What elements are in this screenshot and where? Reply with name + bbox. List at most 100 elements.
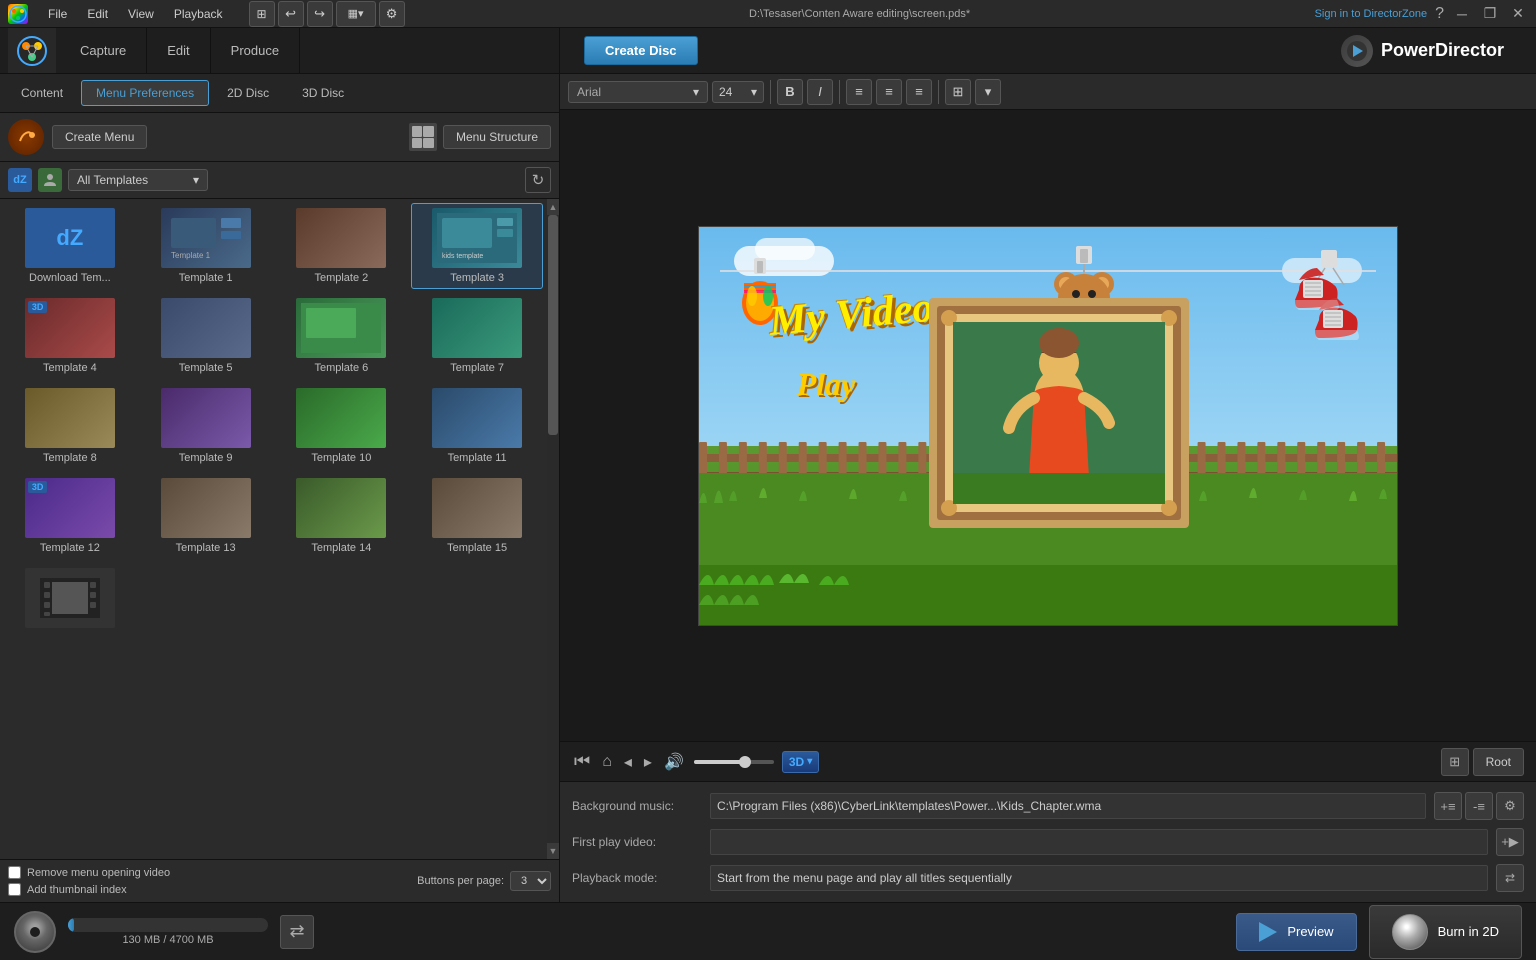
transfer-btn[interactable]: ⇄ [280, 915, 314, 949]
italic-btn[interactable]: I [807, 79, 833, 105]
grid-view-btn[interactable]: ⊞ [1441, 748, 1469, 776]
toolbar-undo-btn[interactable]: ↩ [278, 1, 304, 27]
align-center-btn[interactable]: ≡ [876, 79, 902, 105]
template-3[interactable]: kids template Template 3 [411, 203, 543, 289]
template-14[interactable]: Template 14 [276, 473, 408, 559]
menu-preferences-tab[interactable]: Menu Preferences [81, 80, 209, 106]
add-thumbnail-checkbox[interactable] [8, 883, 21, 896]
3d-badge[interactable]: 3D ▾ [782, 751, 819, 773]
disc-hole [30, 927, 40, 937]
home-btn[interactable]: ⌂ [600, 751, 614, 773]
align-right-btn[interactable]: ≡ [906, 79, 932, 105]
dz-icon[interactable]: dZ [8, 168, 32, 192]
scroll-down-btn[interactable]: ▼ [547, 843, 559, 859]
buttons-per-page-select[interactable]: 3 4 6 [510, 871, 551, 891]
template-11[interactable]: Template 11 [411, 383, 543, 469]
minimize-btn[interactable]: ─ [1452, 4, 1472, 24]
scroll-thumb[interactable] [548, 215, 558, 435]
add-thumbnail-checkbox-row[interactable]: Add thumbnail index [8, 883, 170, 896]
template-extra[interactable] [4, 563, 136, 637]
add-music-btn[interactable]: +≡ [1434, 792, 1462, 820]
content-tab[interactable]: Content [6, 80, 78, 106]
template-12[interactable]: 3D Template 12 [4, 473, 136, 559]
preview-play-text: Play [797, 366, 856, 403]
playback-mode-btn[interactable]: ⇄ [1496, 864, 1524, 892]
add-video-btn[interactable]: +▶ [1496, 828, 1524, 856]
preview-play-icon [1259, 922, 1277, 942]
produce-tab[interactable]: Produce [211, 28, 300, 73]
template-download-label: Download Tem... [29, 272, 111, 284]
preview-button[interactable]: Preview [1236, 913, 1356, 951]
bg-music-value: C:\Program Files (x86)\CyberLink\templat… [710, 793, 1426, 819]
template-8-thumb [25, 388, 115, 448]
template-15[interactable]: Template 15 [411, 473, 543, 559]
first-play-actions: +▶ [1496, 828, 1524, 856]
root-btn[interactable]: Root [1473, 748, 1524, 776]
edit-tab[interactable]: Edit [147, 28, 210, 73]
template-10[interactable]: Template 10 [276, 383, 408, 469]
toolbar-more-btn[interactable]: ▦▾ [336, 1, 376, 27]
template-filter-dropdown[interactable]: All Templates ▾ [68, 169, 208, 191]
template-8[interactable]: Template 8 [4, 383, 136, 469]
restore-btn[interactable]: ❐ [1480, 4, 1500, 24]
template-8-label: Template 8 [43, 452, 97, 464]
menu-edit[interactable]: Edit [83, 5, 112, 23]
template-5[interactable]: Template 5 [140, 293, 272, 379]
volume-slider[interactable] [694, 760, 774, 764]
template-2-label: Template 2 [314, 272, 368, 284]
sign-in-link[interactable]: Sign in to DirectorZone [1315, 8, 1428, 20]
remove-music-btn[interactable]: -≡ [1465, 792, 1493, 820]
refresh-button[interactable]: ↻ [525, 167, 551, 193]
app-title: PowerDirector [1381, 40, 1504, 61]
template-scrollbar[interactable]: ▲ ▼ [547, 199, 559, 859]
template-9[interactable]: Template 9 [140, 383, 272, 469]
menu-structure-icon [409, 123, 437, 151]
template-5-thumb [161, 298, 251, 358]
my-templates-icon[interactable] [38, 168, 62, 192]
menu-file[interactable]: File [44, 5, 71, 23]
template-1[interactable]: Template 1 Template 1 [140, 203, 272, 289]
next-btn[interactable]: ▸ [642, 750, 654, 774]
font-size-select[interactable]: 24 ▾ [712, 81, 764, 103]
table-btn[interactable]: ⊞ [945, 79, 971, 105]
capture-tab[interactable]: Capture [60, 28, 147, 73]
volume-btn[interactable]: 🔊 [662, 750, 686, 774]
template-11-label: Template 11 [448, 452, 507, 464]
template-1-thumb: Template 1 [161, 208, 251, 268]
menu-structure-button[interactable]: Menu Structure [443, 125, 551, 149]
font-select[interactable]: Arial ▾ [568, 81, 708, 103]
create-disc-button[interactable]: Create Disc [584, 36, 698, 65]
volume-knob[interactable] [739, 756, 751, 768]
remove-menu-video-checkbox-row[interactable]: Remove menu opening video [8, 866, 170, 879]
burn-button[interactable]: Burn in 2D [1369, 905, 1522, 959]
2d-disc-tab[interactable]: 2D Disc [212, 80, 284, 106]
template-7[interactable]: Template 7 [411, 293, 543, 379]
3d-disc-tab[interactable]: 3D Disc [287, 80, 359, 106]
create-menu-button[interactable]: Create Menu [52, 125, 147, 149]
playback-bar: ⏮ ⌂ ◂ ▸ 🔊 3D ▾ ⊞ Root [560, 741, 1536, 781]
remove-menu-video-checkbox[interactable] [8, 866, 21, 879]
template-6[interactable]: Template 6 [276, 293, 408, 379]
music-settings-btn[interactable]: ⚙ [1496, 792, 1524, 820]
buttons-per-page-row: Buttons per page: 3 4 6 [417, 871, 551, 891]
toolbar-settings-btn[interactable]: ⚙ [379, 1, 405, 27]
prev-btn[interactable]: ◂ [622, 750, 634, 774]
help-btn[interactable]: ? [1435, 5, 1444, 23]
template-download[interactable]: dZ Download Tem... [4, 203, 136, 289]
menu-playback[interactable]: Playback [170, 5, 227, 23]
template-15-label: Template 15 [447, 542, 507, 554]
template-13[interactable]: Template 13 [140, 473, 272, 559]
bold-btn[interactable]: B [777, 79, 803, 105]
template-download-thumb: dZ [25, 208, 115, 268]
app-icon [8, 4, 28, 24]
prev-chapter-btn[interactable]: ⏮ [572, 749, 592, 774]
scroll-up-btn[interactable]: ▲ [547, 199, 559, 215]
more-format-btn[interactable]: ▾ [975, 79, 1001, 105]
close-btn[interactable]: ✕ [1508, 4, 1528, 24]
template-4[interactable]: 3D Template 4 [4, 293, 136, 379]
align-left-btn[interactable]: ≡ [846, 79, 872, 105]
menu-view[interactable]: View [124, 5, 158, 23]
toolbar-grid-btn[interactable]: ⊞ [249, 1, 275, 27]
toolbar-redo-btn[interactable]: ↪ [307, 1, 333, 27]
template-2[interactable]: Template 2 [276, 203, 408, 289]
